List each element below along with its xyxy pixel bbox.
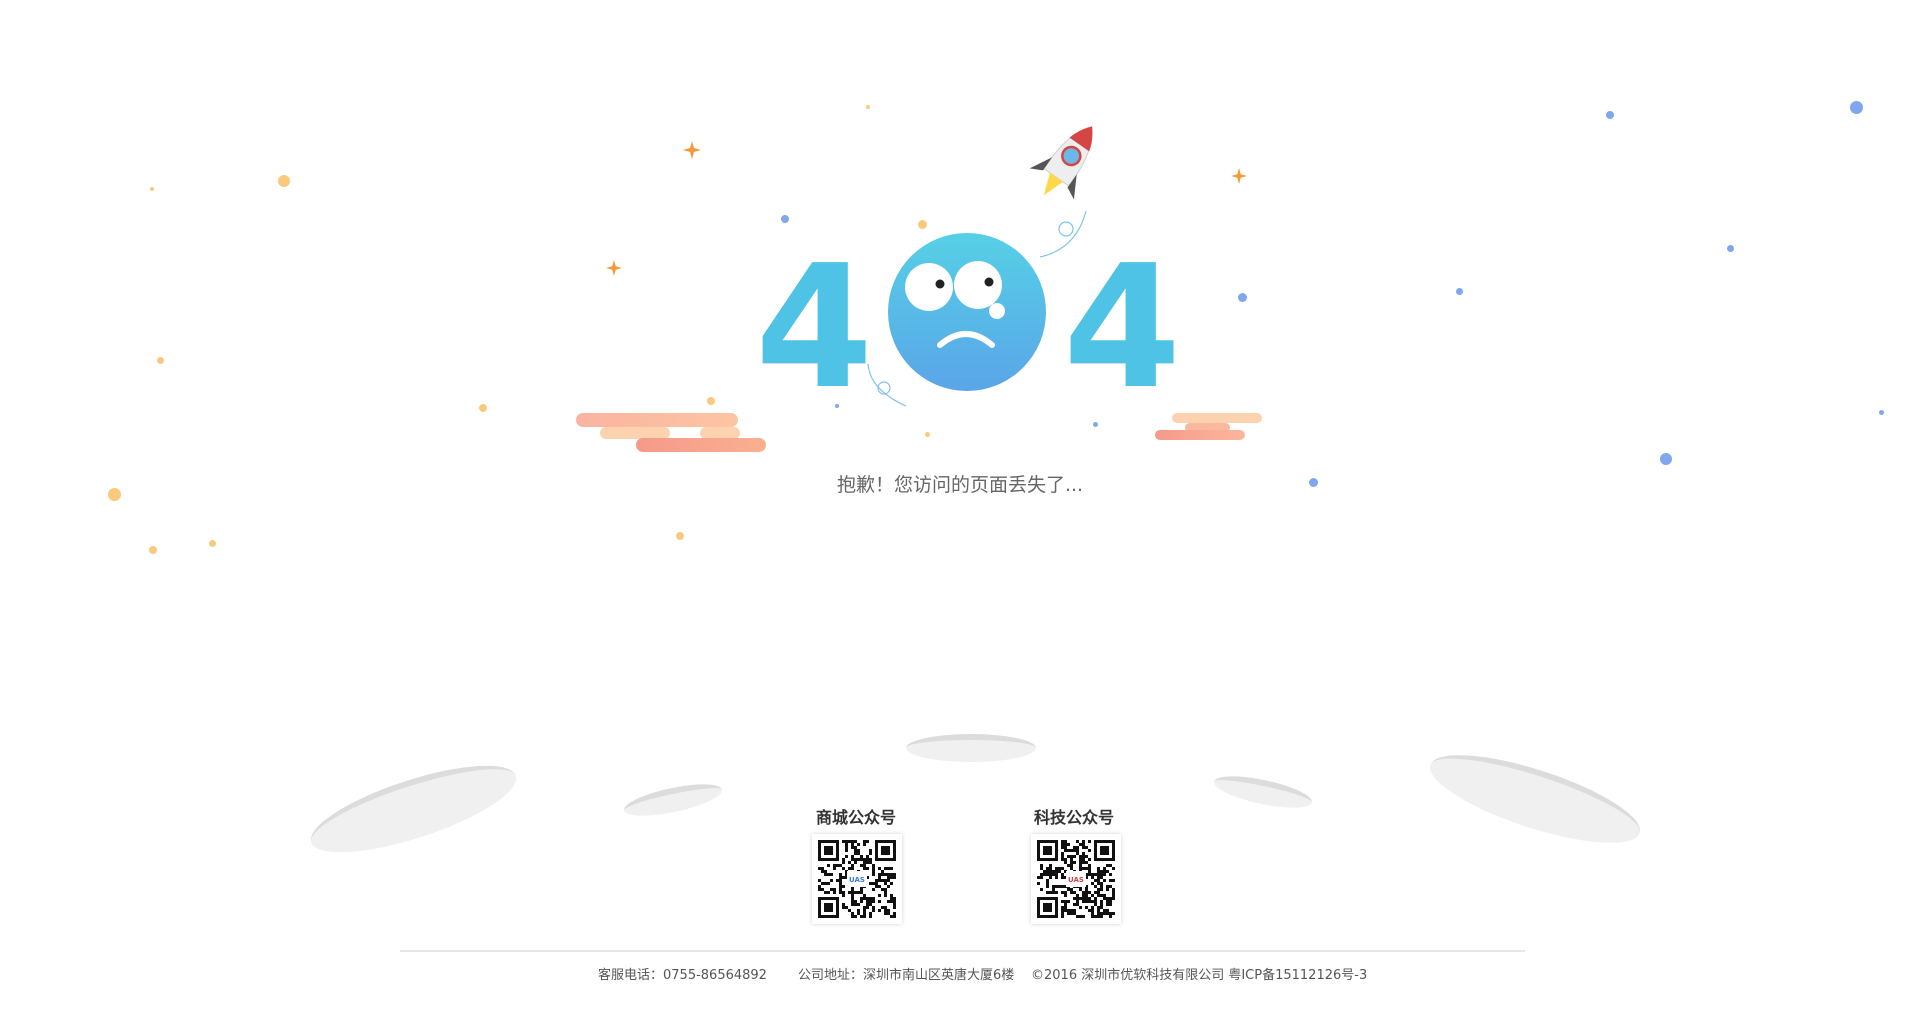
qr-logo-text: UAS	[849, 876, 865, 884]
blue-dot	[1238, 293, 1247, 302]
footer-copyright: ©2016 深圳市优软科技有限公司 粤ICP备15112126号-3	[1031, 968, 1368, 983]
rocket-icon	[1029, 125, 1093, 200]
footer-divider	[400, 950, 1525, 952]
orbit-line	[867, 363, 907, 407]
qr-logo-text: UAS	[1068, 876, 1084, 884]
orange-dot	[918, 220, 927, 229]
orange-dot	[479, 404, 487, 412]
blue-dot	[1606, 111, 1614, 119]
error-digit-left: 4	[755, 229, 874, 427]
qr-code-tech: UAS	[1031, 834, 1121, 924]
orange-dot	[707, 397, 715, 405]
qr-code-image: UAS	[1037, 840, 1115, 918]
error-digit-right: 4	[1063, 229, 1182, 427]
blue-dot	[1879, 410, 1884, 415]
orange-dot	[209, 540, 216, 547]
star-icon	[606, 260, 622, 276]
orange-dot	[149, 546, 157, 554]
star-icon	[1231, 168, 1247, 184]
star-icon	[683, 141, 701, 159]
orange-dot	[157, 357, 164, 364]
error-message: 抱歉！您访问的页面丢失了...	[836, 474, 1084, 496]
orange-dot	[278, 175, 290, 187]
orange-dot	[866, 105, 870, 109]
blue-dot	[1850, 101, 1863, 114]
orange-dot	[676, 532, 684, 540]
orange-dot	[150, 187, 154, 191]
qr-title-tech: 科技公众号	[1033, 808, 1114, 827]
orange-dot	[925, 432, 930, 437]
blue-dot	[1456, 288, 1463, 295]
footer-address: 公司地址：深圳市南山区英唐大厦6楼	[798, 968, 1015, 983]
blue-dot	[1660, 453, 1672, 465]
qr-code-mall: UAS	[812, 834, 902, 924]
qr-code-image: UAS	[818, 840, 896, 918]
blue-dot	[1727, 245, 1734, 252]
qr-title-mall: 商城公众号	[815, 808, 896, 827]
blue-dot	[781, 215, 789, 223]
footer-phone: 客服电话：0755-86564892	[598, 968, 767, 983]
